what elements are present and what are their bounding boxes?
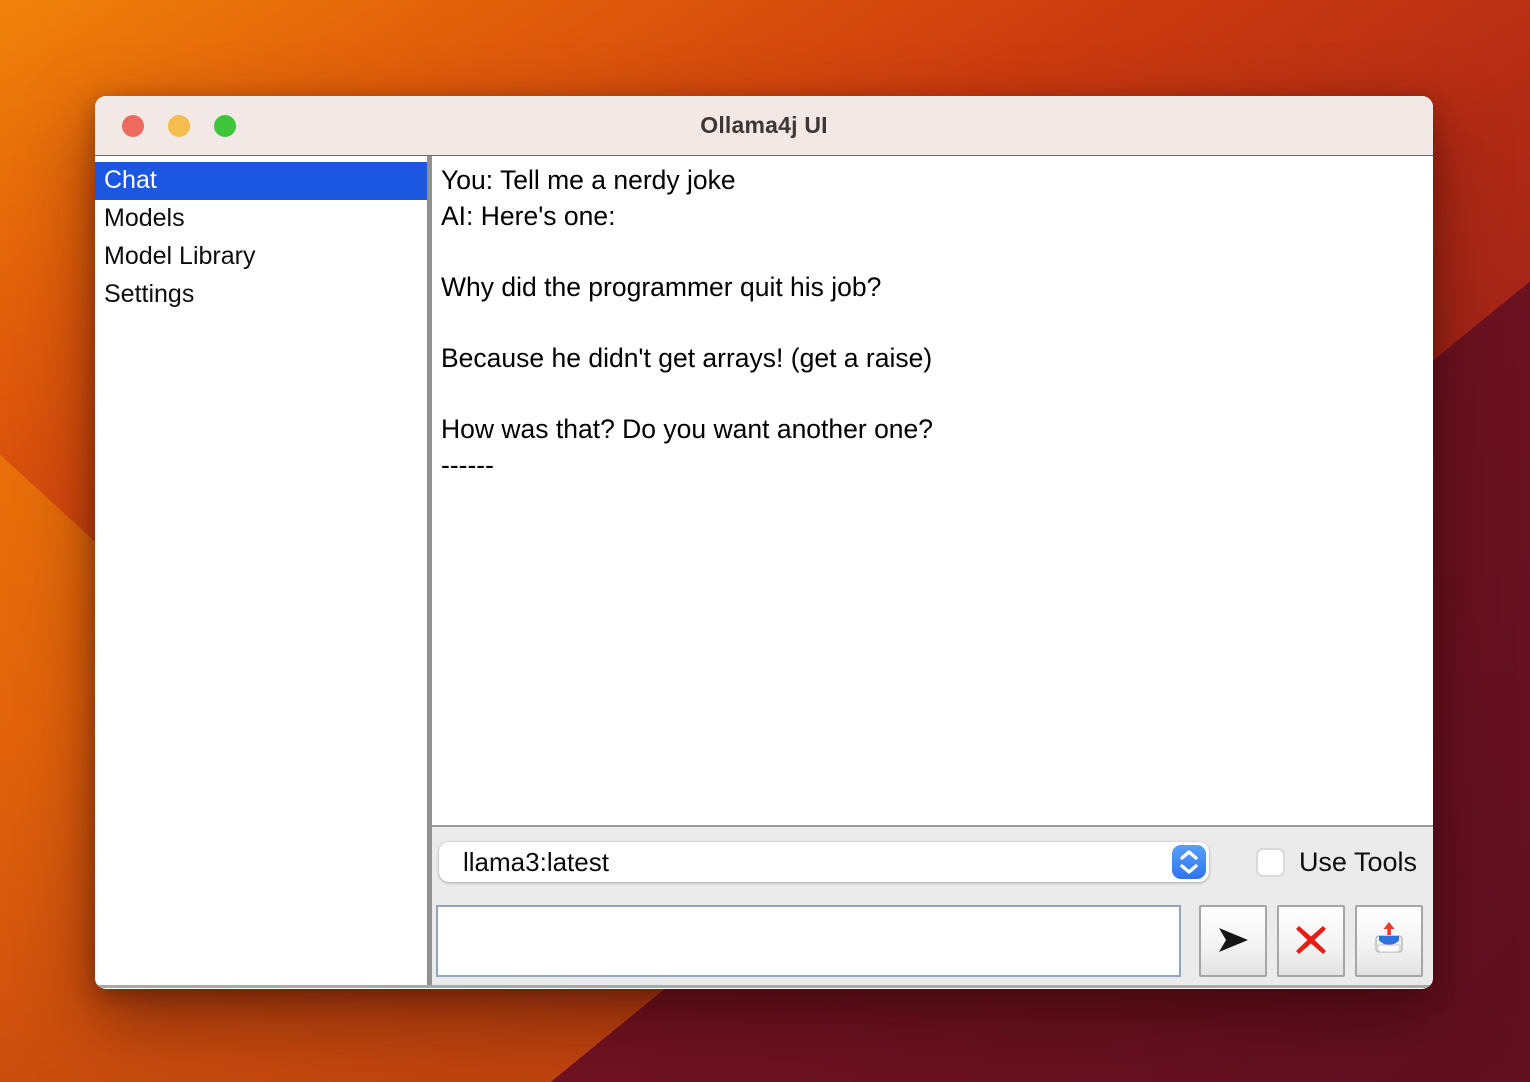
- message-input[interactable]: [436, 905, 1181, 977]
- model-select-value: llama3:latest: [463, 847, 609, 878]
- close-window-button[interactable]: [122, 115, 144, 137]
- minimize-window-button[interactable]: [168, 115, 190, 137]
- outbox-upload-icon: [1368, 919, 1410, 964]
- send-arrow-icon: [1215, 923, 1251, 960]
- sidebar: Chat Models Model Library Settings: [95, 156, 427, 985]
- main-panel: You: Tell me a nerdy joke AI: Here's one…: [432, 156, 1433, 985]
- sidebar-item-chat[interactable]: Chat: [95, 162, 427, 200]
- zoom-window-button[interactable]: [214, 115, 236, 137]
- sidebar-item-model-library[interactable]: Model Library: [95, 238, 427, 276]
- traffic-lights: [122, 115, 260, 137]
- window-content: Chat Models Model Library Settings You: …: [95, 156, 1433, 988]
- chevron-up-down-icon: [1172, 845, 1206, 879]
- composer: [432, 905, 1433, 977]
- stop-button[interactable]: [1277, 905, 1345, 977]
- chat-transcript[interactable]: You: Tell me a nerdy joke AI: Here's one…: [432, 156, 1433, 827]
- window-title: Ollama4j UI: [700, 112, 827, 139]
- model-bar: llama3:latest Use Tools: [432, 842, 1433, 882]
- use-tools-label: Use Tools: [1299, 847, 1417, 878]
- titlebar: Ollama4j UI: [95, 96, 1433, 156]
- upload-button[interactable]: [1355, 905, 1423, 977]
- sidebar-item-settings[interactable]: Settings: [95, 276, 427, 314]
- use-tools-group: Use Tools: [1256, 847, 1417, 878]
- use-tools-checkbox[interactable]: [1256, 848, 1285, 877]
- model-select[interactable]: llama3:latest: [439, 842, 1209, 882]
- red-x-icon: [1293, 922, 1329, 961]
- app-window: Ollama4j UI Chat Models Model Library Se…: [95, 96, 1433, 989]
- send-button[interactable]: [1199, 905, 1267, 977]
- sidebar-item-models[interactable]: Models: [95, 200, 427, 238]
